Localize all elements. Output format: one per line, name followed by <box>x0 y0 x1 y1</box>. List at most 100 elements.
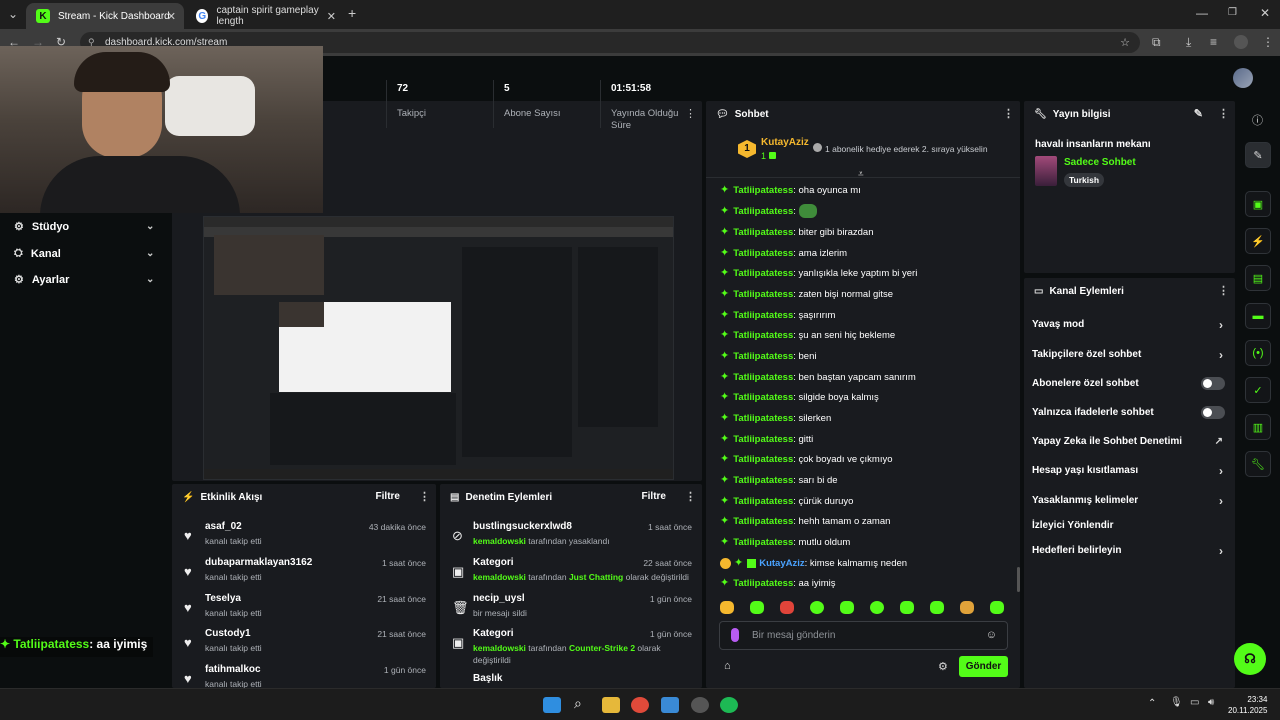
more-options-icon[interactable]: ⋮ <box>1218 284 1229 297</box>
minimize-icon[interactable]: — <box>1196 6 1208 20</box>
event-name[interactable]: asaf_02 <box>205 521 242 532</box>
chat-user[interactable]: Tatliipatatess <box>733 496 793 507</box>
moderation-filter-button[interactable]: Filtre <box>642 491 666 502</box>
file-explorer-icon[interactable] <box>602 697 620 713</box>
channel-action-ai-moderation[interactable]: Yapay Zeka ile Sohbet Denetimi ↗ <box>1024 427 1235 456</box>
emote-icon[interactable] <box>840 601 854 614</box>
channel-action-slow-mode[interactable]: Yavaş mod › <box>1024 310 1235 339</box>
close-tab-icon[interactable]: ✕ <box>327 10 336 23</box>
chat-user[interactable]: Tatliipatatess <box>733 475 793 486</box>
channel-action-followers-only[interactable]: Takipçilere özel sohbet › <box>1024 340 1235 369</box>
search-icon[interactable]: ⌕ <box>574 695 582 712</box>
emote-icon[interactable] <box>780 601 794 614</box>
chat-user[interactable]: Tatliipatatess <box>733 310 793 321</box>
event-name[interactable]: fatihmalkoc <box>205 664 261 675</box>
chat-user[interactable]: Tatliipatatess <box>733 372 793 383</box>
actor-name[interactable]: kemaldowski <box>473 643 526 653</box>
info-icon[interactable]: ⓘ <box>1252 112 1263 128</box>
emote-icon[interactable] <box>900 601 914 614</box>
channel-action-account-age[interactable]: Hesap yaşı kısıtlaması › <box>1024 456 1235 485</box>
emote-icon[interactable] <box>990 601 1004 614</box>
chat-user[interactable]: KutayAziz <box>759 558 804 569</box>
profile-avatar[interactable] <box>1234 35 1248 49</box>
chat-toggle[interactable]: ▬ <box>1245 303 1271 329</box>
event-name[interactable]: Teselya <box>205 593 241 604</box>
edit-pencil-icon[interactable]: ✎ <box>1194 107 1203 120</box>
moderation-toggle[interactable]: ✓ <box>1245 377 1271 403</box>
emote-icon[interactable] <box>810 601 824 614</box>
bookmark-star-icon[interactable]: ☆ <box>1120 36 1130 49</box>
user-avatar[interactable] <box>1233 68 1253 88</box>
tab-google-search[interactable]: G captain spirit gameplay length ✕ <box>186 3 344 29</box>
event-name[interactable]: bustlingsuckerxlwd8 <box>473 521 572 532</box>
more-options-icon[interactable]: ⋮ <box>419 490 430 503</box>
extensions-icon[interactable]: ⧉ <box>1152 35 1161 49</box>
network-icon[interactable]: ▭ <box>1190 697 1199 708</box>
support-headset-button[interactable]: ☊ <box>1234 643 1266 675</box>
more-options-icon[interactable]: ⋮ <box>1003 107 1014 120</box>
chat-settings-icon[interactable]: ⚙ <box>938 660 948 673</box>
channel-action-goals[interactable]: Hedefleri belirleyin › <box>1024 536 1235 565</box>
chrome-icon[interactable] <box>631 697 649 713</box>
event-name[interactable]: dubaparmaklayan3162 <box>205 557 312 568</box>
close-window-icon[interactable]: ✕ <box>1260 6 1270 20</box>
category-name[interactable]: Sadece Sohbet <box>1064 157 1136 168</box>
reading-list-icon[interactable]: ≡ <box>1210 35 1217 49</box>
emote-icon[interactable] <box>930 601 944 614</box>
stream-info-toggle[interactable]: 🔧︎ <box>1245 451 1271 477</box>
nav-item-studio[interactable]: ⚙ Stüdyo ⌄ <box>14 220 154 234</box>
event-name[interactable]: necip_uysl <box>473 593 525 604</box>
pinned-expand-icon[interactable]: ⩡ <box>858 169 864 180</box>
activity-filter-button[interactable]: Filtre <box>376 491 400 502</box>
tray-chevron-icon[interactable]: ⌃ <box>1148 698 1156 709</box>
emotes-only-toggle[interactable] <box>1201 406 1225 419</box>
chat-user[interactable]: Tatliipatatess <box>733 227 793 238</box>
chat-message-input[interactable]: Bir mesaj gönderin ☺ <box>719 621 1008 650</box>
start-icon[interactable] <box>543 697 561 713</box>
chat-user[interactable]: Tatliipatatess <box>733 351 793 362</box>
chat-user[interactable]: Tatliipatatess <box>733 392 793 403</box>
actor-name[interactable]: kemaldowski <box>473 572 526 582</box>
tab-search-icon[interactable]: ⌄ <box>8 7 18 21</box>
spotify-icon[interactable] <box>720 697 738 713</box>
chat-user[interactable]: Tatliipatatess <box>733 537 793 548</box>
nav-item-settings[interactable]: ⚙ Ayarlar ⌄ <box>14 273 154 287</box>
more-options-icon[interactable]: ⋮ <box>685 490 696 503</box>
chat-user[interactable]: Tatliipatatess <box>733 330 793 341</box>
tab-kick-dashboard[interactable]: K Stream - Kick Dashboard ✕ <box>26 3 184 29</box>
nav-item-channel[interactable]: ⛭ Kanal ⌄ <box>14 247 154 260</box>
emote-icon[interactable] <box>870 601 884 614</box>
app-icon[interactable] <box>691 697 709 713</box>
activity-toggle[interactable]: ▤ <box>1245 265 1271 291</box>
chat-user[interactable]: Tatliipatatess <box>733 413 793 424</box>
actor-name[interactable]: kemaldowski <box>473 536 526 546</box>
volume-icon[interactable]: 🔊︎ <box>1208 697 1214 708</box>
new-tab-icon[interactable]: + <box>348 6 356 20</box>
chat-user[interactable]: Tatliipatatess <box>733 185 793 196</box>
emote-icon[interactable] <box>750 601 764 614</box>
emoji-picker-icon[interactable]: ☺ <box>986 629 997 641</box>
chat-user[interactable]: Tatliipatatess <box>733 454 793 465</box>
top-gifter-name[interactable]: KutayAziz <box>761 137 809 148</box>
event-name[interactable]: Custody1 <box>205 628 251 639</box>
downloads-icon[interactable]: ⤓ <box>1186 35 1191 49</box>
edit-layout-button[interactable]: ✎ <box>1245 142 1271 168</box>
broadcast-toggle[interactable]: (•) <box>1245 340 1271 366</box>
quick-actions-toggle[interactable]: ⚡ <box>1245 228 1271 254</box>
emote-icon[interactable] <box>960 601 974 614</box>
chat-user[interactable]: Tatliipatatess <box>733 578 793 589</box>
chat-user[interactable]: Tatliipatatess <box>733 206 793 217</box>
store-icon[interactable]: ⌂ <box>724 660 731 672</box>
app-icon[interactable] <box>661 697 679 713</box>
stream-preview-toggle[interactable]: ▣ <box>1245 191 1271 217</box>
microphone-icon[interactable] <box>731 628 739 642</box>
chat-user[interactable]: Tatliipatatess <box>733 434 793 445</box>
chat-user[interactable]: Tatliipatatess <box>733 289 793 300</box>
chat-user[interactable]: Tatliipatatess <box>733 268 793 279</box>
clock[interactable]: 23:34 20.11.2025 <box>1228 694 1267 716</box>
close-tab-icon[interactable]: ✕ <box>167 10 176 23</box>
chat-user[interactable]: Tatliipatatess <box>733 248 793 259</box>
send-message-button[interactable]: Gönder <box>959 656 1008 677</box>
emote-icon[interactable] <box>720 601 734 614</box>
chat-user[interactable]: Tatliipatatess <box>733 516 793 527</box>
